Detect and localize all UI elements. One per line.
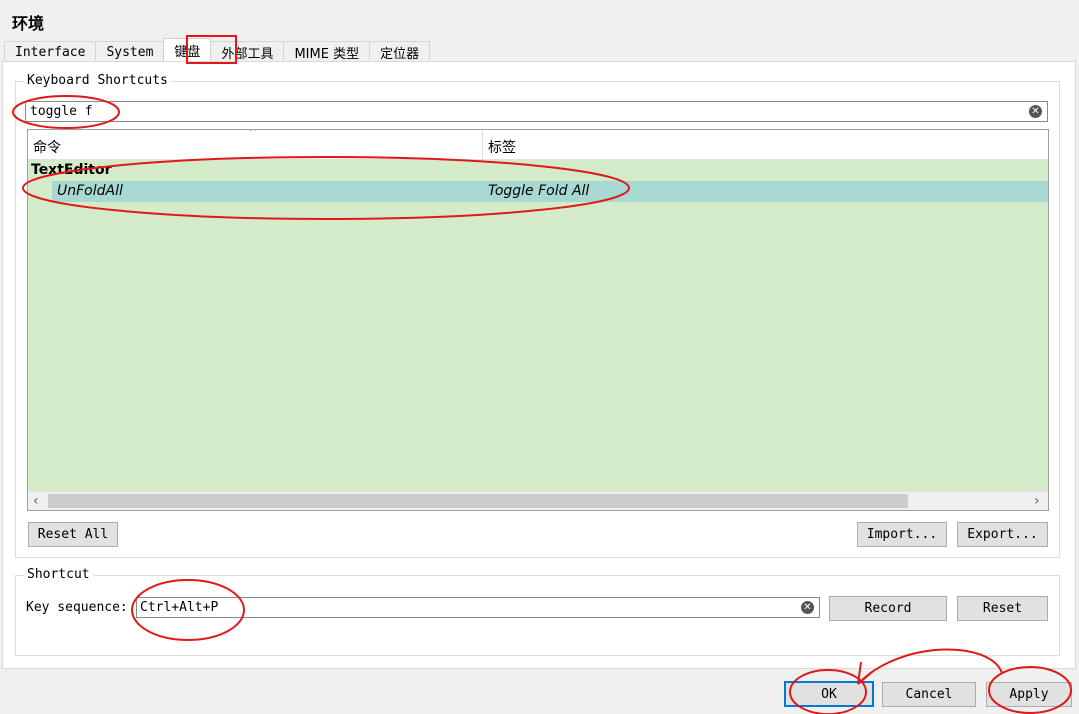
scroll-left-icon[interactable]: ‹ <box>33 492 39 510</box>
record-button[interactable]: Record <box>829 596 947 621</box>
tab-locator[interactable]: 定位器 <box>369 41 431 62</box>
import-button[interactable]: Import... <box>857 522 947 547</box>
window-title: 环境 <box>12 14 45 33</box>
tree-group-texteditor[interactable]: TextEditor <box>31 162 112 178</box>
tree-header: ^ 命令 标签 <box>28 130 1048 160</box>
key-sequence-value: Ctrl+Alt+P <box>140 600 219 615</box>
clear-search-icon[interactable]: ✕ <box>1029 105 1042 118</box>
shortcut-tree[interactable]: ^ 命令 标签 TextEditor UnFoldAll Toggle Fold… <box>27 129 1049 511</box>
export-button[interactable]: Export... <box>957 522 1048 547</box>
column-header-command[interactable]: 命令 <box>33 137 61 157</box>
sort-ascending-icon: ^ <box>249 129 258 138</box>
keyboard-shortcuts-group-title: Keyboard Shortcuts <box>24 73 171 88</box>
row-label: Toggle Fold All <box>488 183 590 199</box>
tab-bar: Interface System 键盘 外部工具 MIME 类型 定位器 <box>4 38 431 62</box>
reset-button[interactable]: Reset <box>957 596 1048 621</box>
shortcut-group-title: Shortcut <box>24 567 93 582</box>
search-input-value: toggle f <box>30 104 93 119</box>
scroll-right-icon[interactable]: › <box>1034 492 1040 510</box>
reset-all-button[interactable]: Reset All <box>28 522 118 547</box>
key-sequence-input[interactable]: Ctrl+Alt+P ✕ <box>136 597 820 618</box>
cancel-button[interactable]: Cancel <box>882 682 976 707</box>
clear-keyseq-icon[interactable]: ✕ <box>801 601 814 614</box>
shortcut-search-input[interactable]: toggle f ✕ <box>25 101 1048 122</box>
tab-mime-types[interactable]: MIME 类型 <box>283 41 371 62</box>
column-header-label[interactable]: 标签 <box>488 137 516 157</box>
horizontal-scrollbar[interactable]: ‹ › <box>28 491 1048 510</box>
apply-button[interactable]: Apply <box>986 682 1072 707</box>
tab-system[interactable]: System <box>95 41 165 62</box>
tab-keyboard[interactable]: 键盘 <box>163 38 212 62</box>
row-command: UnFoldAll <box>57 183 123 199</box>
key-sequence-label: Key sequence: <box>26 600 128 615</box>
tree-row-selected[interactable]: UnFoldAll Toggle Fold All <box>52 181 1048 202</box>
scrollbar-thumb[interactable] <box>48 494 908 508</box>
ok-button[interactable]: OK <box>784 681 874 707</box>
tab-external-tools[interactable]: 外部工具 <box>210 41 285 62</box>
column-divider[interactable] <box>482 130 483 159</box>
tab-interface[interactable]: Interface <box>4 41 97 62</box>
